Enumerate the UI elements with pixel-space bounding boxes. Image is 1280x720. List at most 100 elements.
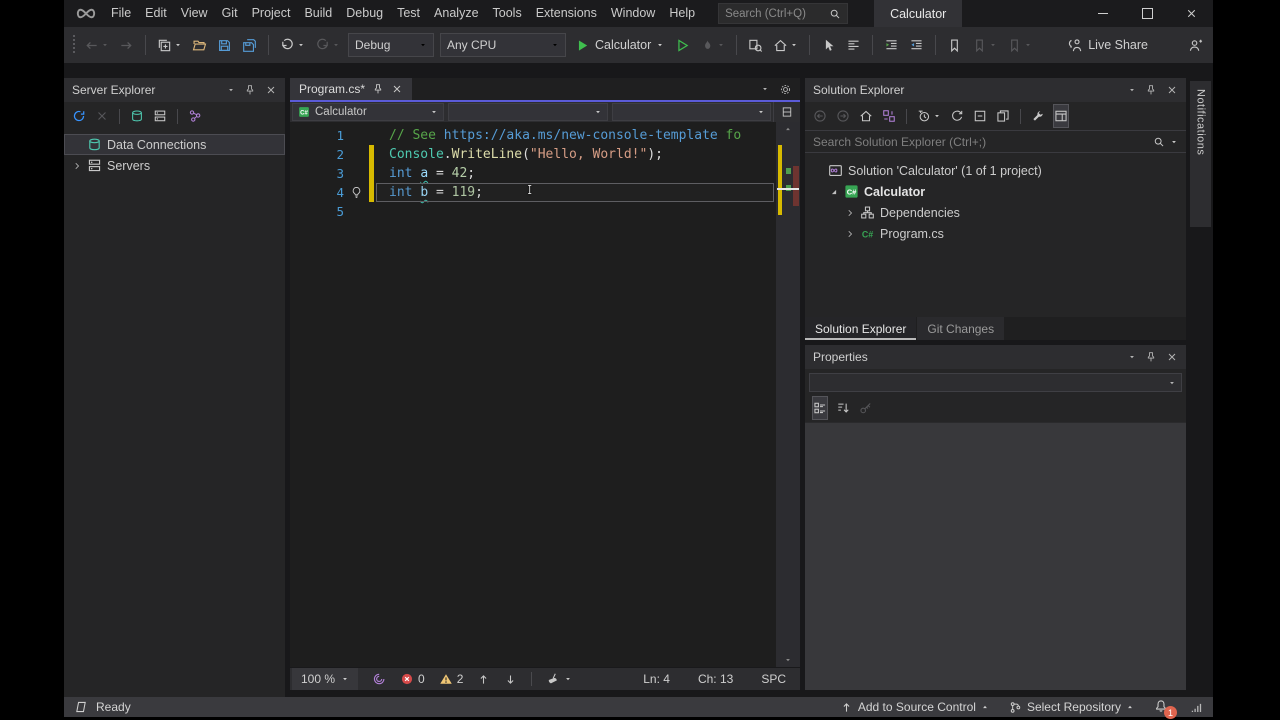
menu-item-tools[interactable]: Tools bbox=[486, 0, 529, 27]
quick-search-input[interactable]: Search (Ctrl+Q) bbox=[718, 3, 848, 24]
menu-item-edit[interactable]: Edit bbox=[138, 0, 174, 27]
split-window-button[interactable] bbox=[773, 102, 800, 122]
expand-icon[interactable] bbox=[845, 229, 855, 239]
tree-item-data-connections[interactable]: Data Connections bbox=[64, 134, 285, 155]
start-debugging-button[interactable]: Calculator bbox=[572, 38, 667, 53]
notifications-bell-button[interactable]: 1 bbox=[1154, 699, 1170, 715]
window-position-caret-icon[interactable] bbox=[227, 86, 235, 94]
menu-item-analyze[interactable]: Analyze bbox=[427, 0, 485, 27]
connect-to-database-button[interactable] bbox=[130, 105, 144, 127]
navigate-home-button[interactable] bbox=[771, 33, 800, 57]
pin-icon[interactable] bbox=[1145, 84, 1157, 96]
find-in-files-button[interactable] bbox=[746, 33, 765, 57]
live-share-button[interactable]: Live Share bbox=[1067, 38, 1148, 53]
menu-item-extensions[interactable]: Extensions bbox=[529, 0, 604, 27]
pin-icon[interactable] bbox=[372, 83, 384, 95]
alphabetical-button[interactable] bbox=[836, 397, 850, 419]
notifications-tab[interactable]: Notifications bbox=[1190, 81, 1211, 227]
menu-item-view[interactable]: View bbox=[174, 0, 215, 27]
add-to-source-control-button[interactable]: Add to Source Control bbox=[840, 700, 989, 714]
window-position-caret-icon[interactable] bbox=[1128, 86, 1136, 94]
tab-git-changes[interactable]: Git Changes bbox=[917, 317, 1004, 340]
send-feedback-button[interactable] bbox=[1186, 33, 1205, 57]
close-button[interactable] bbox=[1169, 0, 1213, 27]
member-dropdown[interactable] bbox=[612, 103, 772, 121]
tab-list-caret-icon[interactable] bbox=[761, 85, 769, 93]
refresh-button[interactable] bbox=[72, 105, 86, 127]
vertical-scrollbar[interactable] bbox=[776, 122, 800, 667]
code-cleanup-button[interactable] bbox=[546, 672, 572, 686]
menu-item-help[interactable]: Help bbox=[662, 0, 702, 27]
menu-item-debug[interactable]: Debug bbox=[339, 0, 390, 27]
open-file-button[interactable] bbox=[190, 33, 209, 57]
new-project-button[interactable] bbox=[155, 33, 184, 57]
menu-item-git[interactable]: Git bbox=[215, 0, 245, 27]
save-all-button[interactable] bbox=[240, 33, 259, 57]
type-dropdown[interactable] bbox=[448, 103, 608, 121]
home-button[interactable] bbox=[859, 105, 873, 127]
save-button[interactable] bbox=[215, 33, 234, 57]
solution-configurations-combo[interactable]: Debug bbox=[348, 33, 434, 57]
quick-actions-lightbulb-icon[interactable] bbox=[350, 186, 363, 199]
tree-item-program-cs[interactable]: Program.cs bbox=[805, 223, 1186, 244]
pin-icon[interactable] bbox=[244, 84, 256, 96]
expand-icon[interactable] bbox=[845, 208, 855, 218]
previous-issue-button[interactable] bbox=[477, 673, 490, 686]
select-repository-button[interactable]: Select Repository bbox=[1009, 700, 1134, 714]
tree-item-project-calculator[interactable]: Calculator bbox=[805, 181, 1186, 202]
categorized-button[interactable] bbox=[813, 397, 827, 419]
code-line-3[interactable]: 3int a = 42; bbox=[290, 164, 776, 183]
close-icon[interactable] bbox=[1166, 84, 1178, 96]
warning-count-button[interactable]: 2 bbox=[439, 672, 464, 686]
scroll-up-icon[interactable] bbox=[784, 125, 792, 133]
start-without-debugging-button[interactable] bbox=[673, 33, 692, 57]
connect-to-server-button[interactable] bbox=[153, 105, 167, 127]
zoom-level-dropdown[interactable]: 100 % bbox=[292, 668, 358, 690]
menu-item-project[interactable]: Project bbox=[245, 0, 298, 27]
next-issue-button[interactable] bbox=[504, 673, 517, 686]
code-line-2[interactable]: 2Console.WriteLine("Hello, World!"); bbox=[290, 145, 776, 164]
document-outline-button[interactable] bbox=[844, 33, 863, 57]
editor-extension-button[interactable] bbox=[372, 672, 386, 686]
collapse-all-button[interactable] bbox=[973, 105, 987, 127]
solution-search-input[interactable]: Search Solution Explorer (Ctrl+;) bbox=[805, 130, 1186, 153]
show-all-files-button[interactable] bbox=[996, 105, 1010, 127]
pending-changes-filter-button[interactable] bbox=[917, 105, 941, 127]
code-editor[interactable]: 1// See https://aka.ms/new-console-templ… bbox=[290, 122, 800, 667]
menu-item-window[interactable]: Window bbox=[604, 0, 662, 27]
expand-icon[interactable] bbox=[72, 161, 82, 171]
uncomment-lines-button[interactable] bbox=[907, 33, 926, 57]
undo-button[interactable] bbox=[278, 33, 307, 57]
close-icon[interactable] bbox=[265, 84, 277, 96]
pin-icon[interactable] bbox=[1145, 351, 1157, 363]
menu-item-build[interactable]: Build bbox=[297, 0, 339, 27]
selection-tool-button[interactable] bbox=[819, 33, 838, 57]
project-dropdown[interactable]: Calculator bbox=[292, 103, 444, 121]
scroll-down-icon[interactable] bbox=[784, 656, 792, 664]
code-line-5[interactable]: 5 bbox=[290, 202, 776, 221]
menu-item-test[interactable]: Test bbox=[390, 0, 427, 27]
tree-item-solution-root[interactable]: Solution 'Calculator' (1 of 1 project) bbox=[805, 160, 1186, 181]
minimize-button[interactable] bbox=[1081, 0, 1125, 27]
object-selector-dropdown[interactable] bbox=[809, 373, 1182, 392]
tree-item-servers[interactable]: Servers bbox=[64, 155, 285, 176]
window-position-caret-icon[interactable] bbox=[1128, 353, 1136, 361]
menu-item-file[interactable]: File bbox=[104, 0, 138, 27]
sharepoint-connection-button[interactable] bbox=[188, 105, 202, 127]
collapse-icon[interactable] bbox=[829, 187, 839, 197]
tab-solution-explorer[interactable]: Solution Explorer bbox=[805, 317, 916, 340]
toggle-bookmark-button[interactable] bbox=[945, 33, 964, 57]
error-count-button[interactable]: 0 bbox=[400, 672, 425, 686]
maximize-button[interactable] bbox=[1125, 0, 1169, 27]
solution-platforms-combo[interactable]: Any CPU bbox=[440, 33, 566, 57]
tree-item-dependencies[interactable]: Dependencies bbox=[805, 202, 1186, 223]
tab-program-cs[interactable]: Program.cs* bbox=[290, 78, 412, 100]
sync-with-active-document-button[interactable] bbox=[950, 105, 964, 127]
switch-views-button[interactable] bbox=[882, 105, 896, 127]
close-icon[interactable] bbox=[1166, 351, 1178, 363]
comment-lines-button[interactable] bbox=[882, 33, 901, 57]
gear-icon[interactable] bbox=[779, 83, 792, 96]
properties-button[interactable] bbox=[1031, 105, 1045, 127]
close-icon[interactable] bbox=[391, 83, 403, 95]
preview-selected-items-button[interactable] bbox=[1054, 105, 1068, 127]
